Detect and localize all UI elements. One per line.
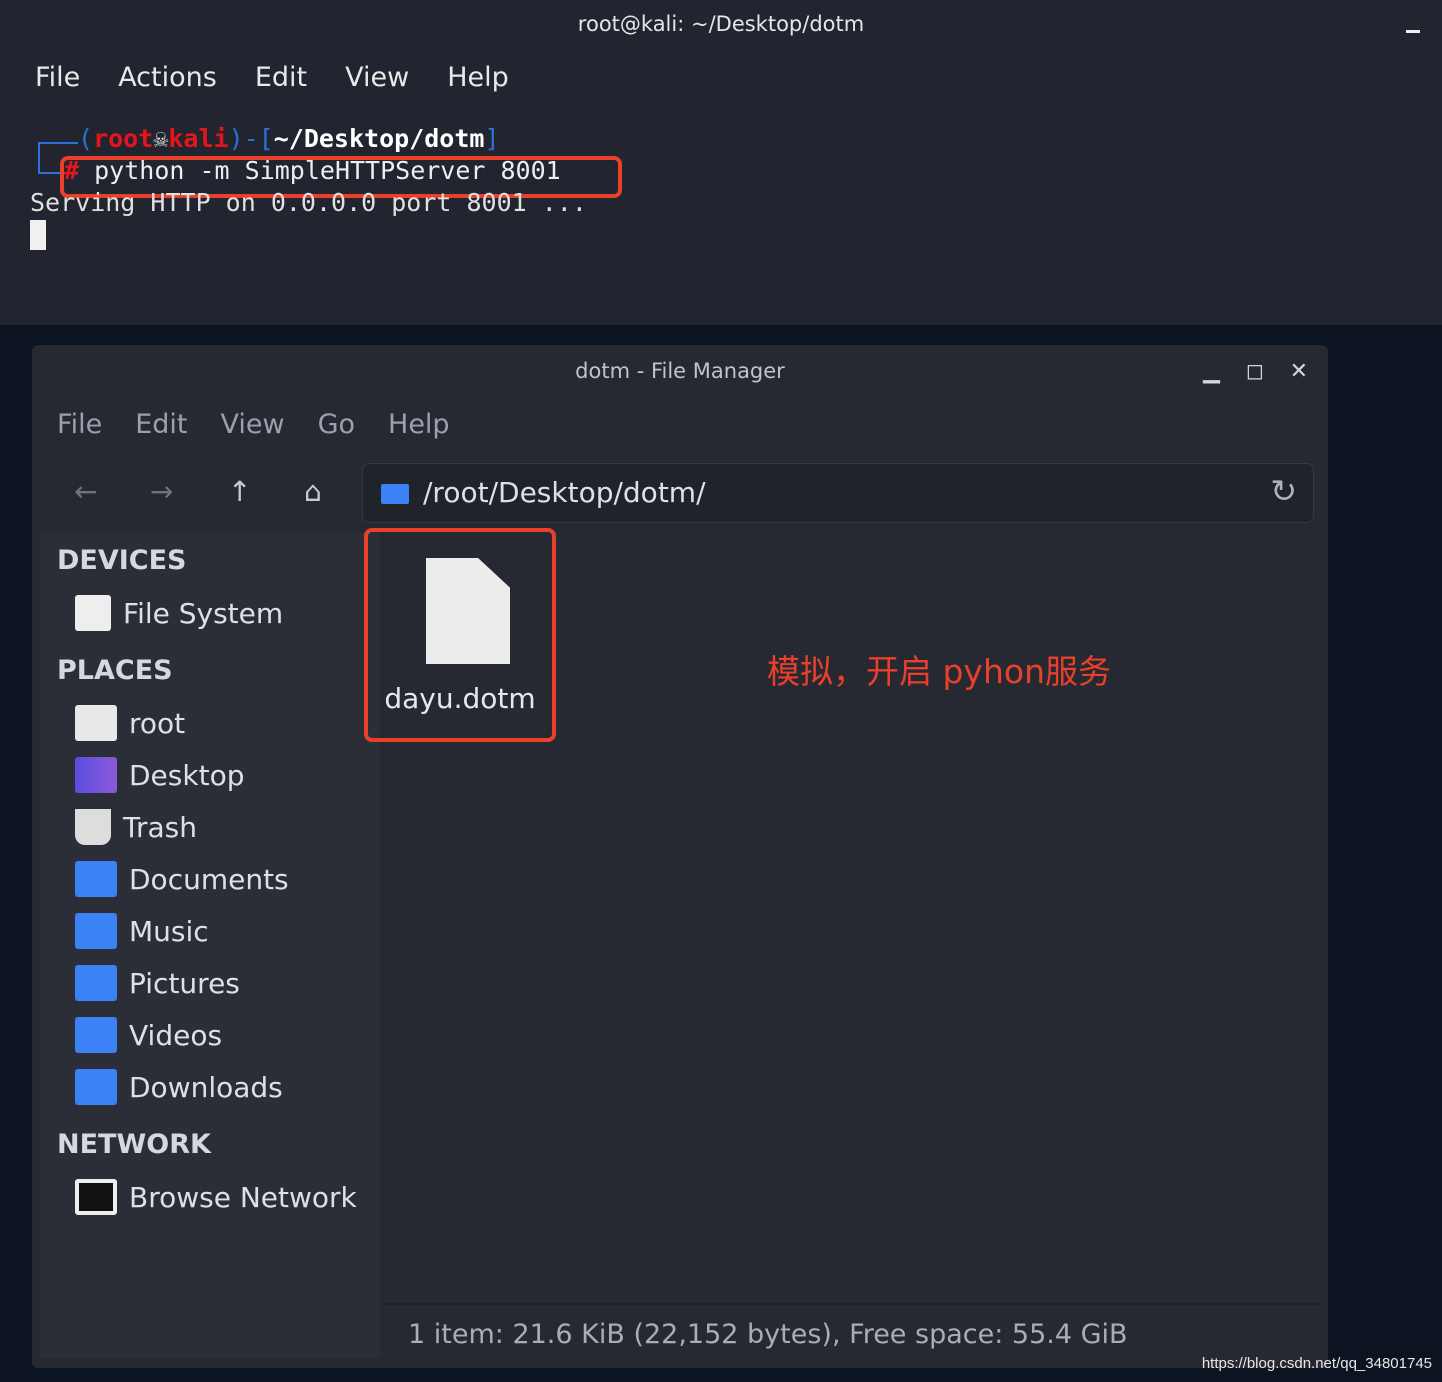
places-heading: PLACES xyxy=(57,655,173,686)
skull-icon: ☠ xyxy=(153,124,169,153)
reload-icon[interactable]: ↻ xyxy=(1270,472,1297,510)
back-icon[interactable]: ← xyxy=(74,475,97,508)
documents-folder-icon xyxy=(75,861,117,897)
home-folder-icon xyxy=(75,705,117,741)
sidebar-item-label: Downloads xyxy=(129,1070,283,1104)
terminal-cursor xyxy=(30,220,46,250)
file-name: dayu.dotm xyxy=(384,682,536,715)
menu-actions[interactable]: Actions xyxy=(118,62,217,93)
sidebar-item-music[interactable]: Music xyxy=(75,913,209,949)
prompt-user: root xyxy=(93,124,154,153)
sidebar-item-file-system[interactable]: File System xyxy=(75,595,283,631)
sidebar-item-label: root xyxy=(129,706,186,740)
network-icon xyxy=(75,1179,117,1215)
menu-view[interactable]: View xyxy=(220,409,284,440)
home-icon[interactable]: ⌂ xyxy=(304,475,322,508)
annotation-text: 模拟，开启 pyhon服务 xyxy=(767,652,1111,691)
drive-icon xyxy=(75,595,111,631)
document-icon xyxy=(426,558,510,664)
sidebar-item-videos[interactable]: Videos xyxy=(75,1017,222,1053)
trash-icon xyxy=(75,809,111,845)
sidebar-item-downloads[interactable]: Downloads xyxy=(75,1069,283,1105)
maximize-icon[interactable]: ◻ xyxy=(1246,359,1264,384)
watermark: https://blog.csdn.net/qq_34801745 xyxy=(1201,1355,1432,1372)
sidebar-item-pictures[interactable]: Pictures xyxy=(75,965,240,1001)
prompt-line: (root☠kali)-[~/Desktop/dotm] xyxy=(78,124,500,153)
sidebar-item-documents[interactable]: Documents xyxy=(75,861,289,897)
videos-folder-icon xyxy=(75,1017,117,1053)
location-bar[interactable]: /root/Desktop/dotm/ ↻ xyxy=(362,463,1314,523)
prompt-path: ~/Desktop/dotm xyxy=(273,124,485,153)
close-icon[interactable]: ✕ xyxy=(1290,359,1308,384)
sidebar-item-label: Pictures xyxy=(129,966,240,1000)
desktop-icon xyxy=(75,757,117,793)
menu-help[interactable]: Help xyxy=(388,409,450,440)
menu-help[interactable]: Help xyxy=(447,62,509,93)
prompt-host: kali xyxy=(168,124,229,153)
sidebar-item-root[interactable]: root xyxy=(75,705,185,741)
sidebar-item-label: Browse Network xyxy=(129,1180,357,1214)
file-item[interactable]: dayu.dotm xyxy=(364,528,556,742)
sidebar-item-browse-network[interactable]: Browse Network xyxy=(75,1179,357,1215)
devices-heading: DEVICES xyxy=(57,545,187,576)
sidebar-item-label: Trash xyxy=(123,810,197,844)
sidebar: DEVICES File System PLACES root Desktop … xyxy=(40,533,380,1358)
downloads-folder-icon xyxy=(75,1069,117,1105)
terminal-window: root@kali: ~/Desktop/dotm File Actions E… xyxy=(0,0,1442,325)
sidebar-item-desktop[interactable]: Desktop xyxy=(75,757,244,793)
file-view: dayu.dotm 模拟，开启 pyhon服务 xyxy=(364,528,1320,1303)
status-bar: 1 item: 21.6 KiB (22,152 bytes), Free sp… xyxy=(382,1303,1320,1358)
terminal-title: root@kali: ~/Desktop/dotm xyxy=(577,12,865,36)
music-folder-icon xyxy=(75,913,117,949)
file-manager-window: dotm - File Manager ▁ ◻ ✕ File Edit View… xyxy=(32,345,1328,1368)
sidebar-item-label: Videos xyxy=(129,1018,223,1052)
pictures-folder-icon xyxy=(75,965,117,1001)
menu-go[interactable]: Go xyxy=(318,409,355,440)
menu-file[interactable]: File xyxy=(57,409,102,440)
menu-edit[interactable]: Edit xyxy=(135,409,187,440)
menu-view[interactable]: View xyxy=(345,62,409,93)
folder-icon xyxy=(381,484,409,504)
location-path[interactable]: /root/Desktop/dotm/ xyxy=(423,476,706,509)
network-heading: NETWORK xyxy=(57,1129,211,1160)
menubar: File Edit View Go Help xyxy=(57,409,450,440)
menu-edit[interactable]: Edit xyxy=(255,62,307,93)
command-output: Serving HTTP on 0.0.0.0 port 8001 ... xyxy=(30,188,587,217)
up-icon[interactable]: ↑ xyxy=(228,475,251,508)
window-title: dotm - File Manager xyxy=(575,359,785,383)
sidebar-item-label: Music xyxy=(129,914,209,948)
terminal-menubar: File Actions Edit View Help xyxy=(35,62,509,93)
sidebar-item-label: Documents xyxy=(129,862,289,896)
minimize-icon[interactable] xyxy=(1406,30,1420,33)
sidebar-item-label: Desktop xyxy=(129,758,245,792)
minimize-icon[interactable]: ▁ xyxy=(1203,359,1220,384)
menu-file[interactable]: File xyxy=(35,62,80,93)
sidebar-item-label: File System xyxy=(123,596,284,630)
forward-icon[interactable]: → xyxy=(150,475,173,508)
sidebar-item-trash[interactable]: Trash xyxy=(75,809,197,845)
